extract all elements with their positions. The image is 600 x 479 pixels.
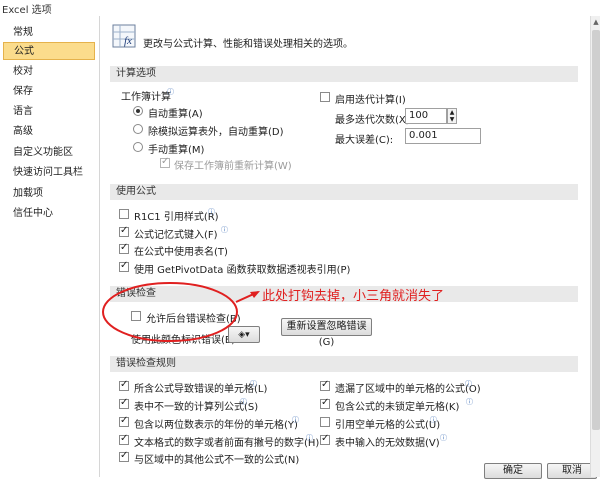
info-icon: ⓘ (430, 416, 437, 424)
scrollbar-thumb[interactable] (592, 30, 600, 430)
enable-iterative-label: 启用迭代计算(I) (335, 95, 406, 106)
info-icon: ⓘ (250, 380, 257, 388)
rule-checkbox[interactable] (119, 379, 129, 391)
max-iterations-input[interactable]: 100 (405, 108, 447, 124)
window-title: Excel 选项 (2, 5, 52, 16)
annotation-text: 此处打钩去掉，小三角就消失了 (262, 289, 445, 304)
info-icon: ⓘ (167, 88, 174, 96)
rule-label: 与区域中的其他公式不一致的公式(N) (134, 455, 300, 466)
info-icon: ⓘ (306, 434, 313, 442)
r1c1-label: R1C1 引用样式(R) (134, 212, 219, 223)
rule-checkbox[interactable] (119, 415, 129, 427)
title-bar: Excel 选项 (0, 0, 600, 16)
scroll-up-icon[interactable]: ▲ (592, 18, 600, 26)
rule-checkbox[interactable] (119, 397, 129, 409)
formula-autocomplete-checkbox[interactable] (119, 225, 129, 237)
rule-checkbox[interactable] (320, 417, 330, 427)
radio-automatic[interactable] (133, 106, 143, 116)
max-iterations-spinner[interactable]: ▲ ▼ (447, 108, 457, 124)
svg-text:fx: fx (124, 35, 132, 47)
max-change-input[interactable]: 0.001 (405, 128, 481, 144)
getpivotdata-label: 使用 GetPivotData 函数获取数据透视表引用(P) (134, 265, 351, 276)
rule-checkbox[interactable] (320, 379, 330, 391)
radio-automatic-except-tables[interactable] (133, 124, 143, 134)
info-icon: ⓘ (465, 380, 472, 388)
table-names-label: 在公式中使用表名(T) (134, 247, 228, 258)
sidebar-item-quick-access-toolbar[interactable]: 快速访问工具栏 (3, 164, 95, 182)
max-change-label: 最大误差(C): (335, 135, 394, 146)
radio-manual-label: 手动重算(M) (148, 145, 205, 156)
rule-label: 遗漏了区域中的单元格的公式(O) (335, 384, 481, 395)
workbook-calculation-label: 工作簿计算 (121, 92, 171, 103)
info-icon: ⓘ (466, 398, 473, 406)
info-icon: ⓘ (440, 434, 447, 442)
info-icon: ⓘ (292, 416, 299, 424)
table-names-checkbox[interactable] (119, 242, 129, 254)
vertical-scrollbar[interactable]: ▲ (590, 16, 600, 477)
rule-label: 包含公式的未锁定单元格(K) (335, 402, 460, 413)
rule-label: 包含以两位数表示的年份的单元格(Y) (134, 420, 298, 431)
sidebar-item-advanced[interactable]: 高级 (3, 123, 95, 141)
rule-label: 引用空单元格的公式(U) (335, 420, 441, 431)
annotation-ellipse (102, 282, 260, 342)
enable-iterative-checkbox[interactable] (320, 92, 330, 102)
radio-automatic-label: 自动重算(A) (148, 109, 203, 120)
formula-autocomplete-label: 公式记忆式键入(F) (134, 230, 218, 241)
rule-checkbox[interactable] (119, 433, 129, 445)
rule-label: 所含公式导致错误的单元格(L) (134, 384, 268, 395)
sidebar: 常规 公式 校对 保存 语言 高级 自定义功能区 快速访问工具栏 加载项 信任中… (0, 16, 100, 477)
radio-manual[interactable] (133, 142, 143, 152)
r1c1-checkbox[interactable] (119, 209, 129, 219)
sidebar-item-language[interactable]: 语言 (3, 103, 95, 121)
sidebar-item-proofing[interactable]: 校对 (3, 63, 95, 81)
rule-label: 文本格式的数字或者前面有撇号的数字(H) (134, 438, 320, 449)
section-calculation-options: 计算选项 (110, 66, 578, 82)
page-description: 更改与公式计算、性能和错误处理相关的选项。 (143, 39, 353, 50)
reset-ignored-errors-button[interactable]: 重新设置忽略错误(G) (281, 318, 372, 348)
formula-icon: fx (112, 24, 136, 48)
section-working-with-formulas: 使用公式 (110, 184, 578, 200)
info-icon: ⓘ (221, 226, 228, 234)
sidebar-item-formulas[interactable]: 公式 (3, 42, 95, 60)
info-icon: ⓘ (208, 208, 215, 216)
getpivotdata-checkbox[interactable] (119, 260, 129, 272)
sidebar-item-general[interactable]: 常规 (3, 24, 95, 42)
sidebar-item-customize-ribbon[interactable]: 自定义功能区 (3, 144, 95, 162)
section-error-checking-rules: 错误检查规则 (110, 356, 578, 372)
sidebar-item-save[interactable]: 保存 (3, 83, 95, 101)
rule-checkbox[interactable] (119, 450, 129, 462)
recalc-before-save-checkbox[interactable] (160, 156, 170, 168)
rule-label: 表中输入的无效数据(V) (335, 438, 440, 449)
radio-automatic-except-tables-label: 除模拟运算表外，自动重算(D) (148, 127, 284, 138)
sidebar-item-add-ins[interactable]: 加载项 (3, 185, 95, 203)
info-icon: ⓘ (240, 398, 247, 406)
sidebar-item-trust-center[interactable]: 信任中心 (3, 205, 95, 223)
recalc-before-save-label: 保存工作簿前重新计算(W) (174, 161, 292, 172)
rule-checkbox[interactable] (320, 397, 330, 409)
rule-checkbox[interactable] (320, 433, 330, 445)
max-iterations-label: 最多迭代次数(X): (335, 115, 414, 126)
